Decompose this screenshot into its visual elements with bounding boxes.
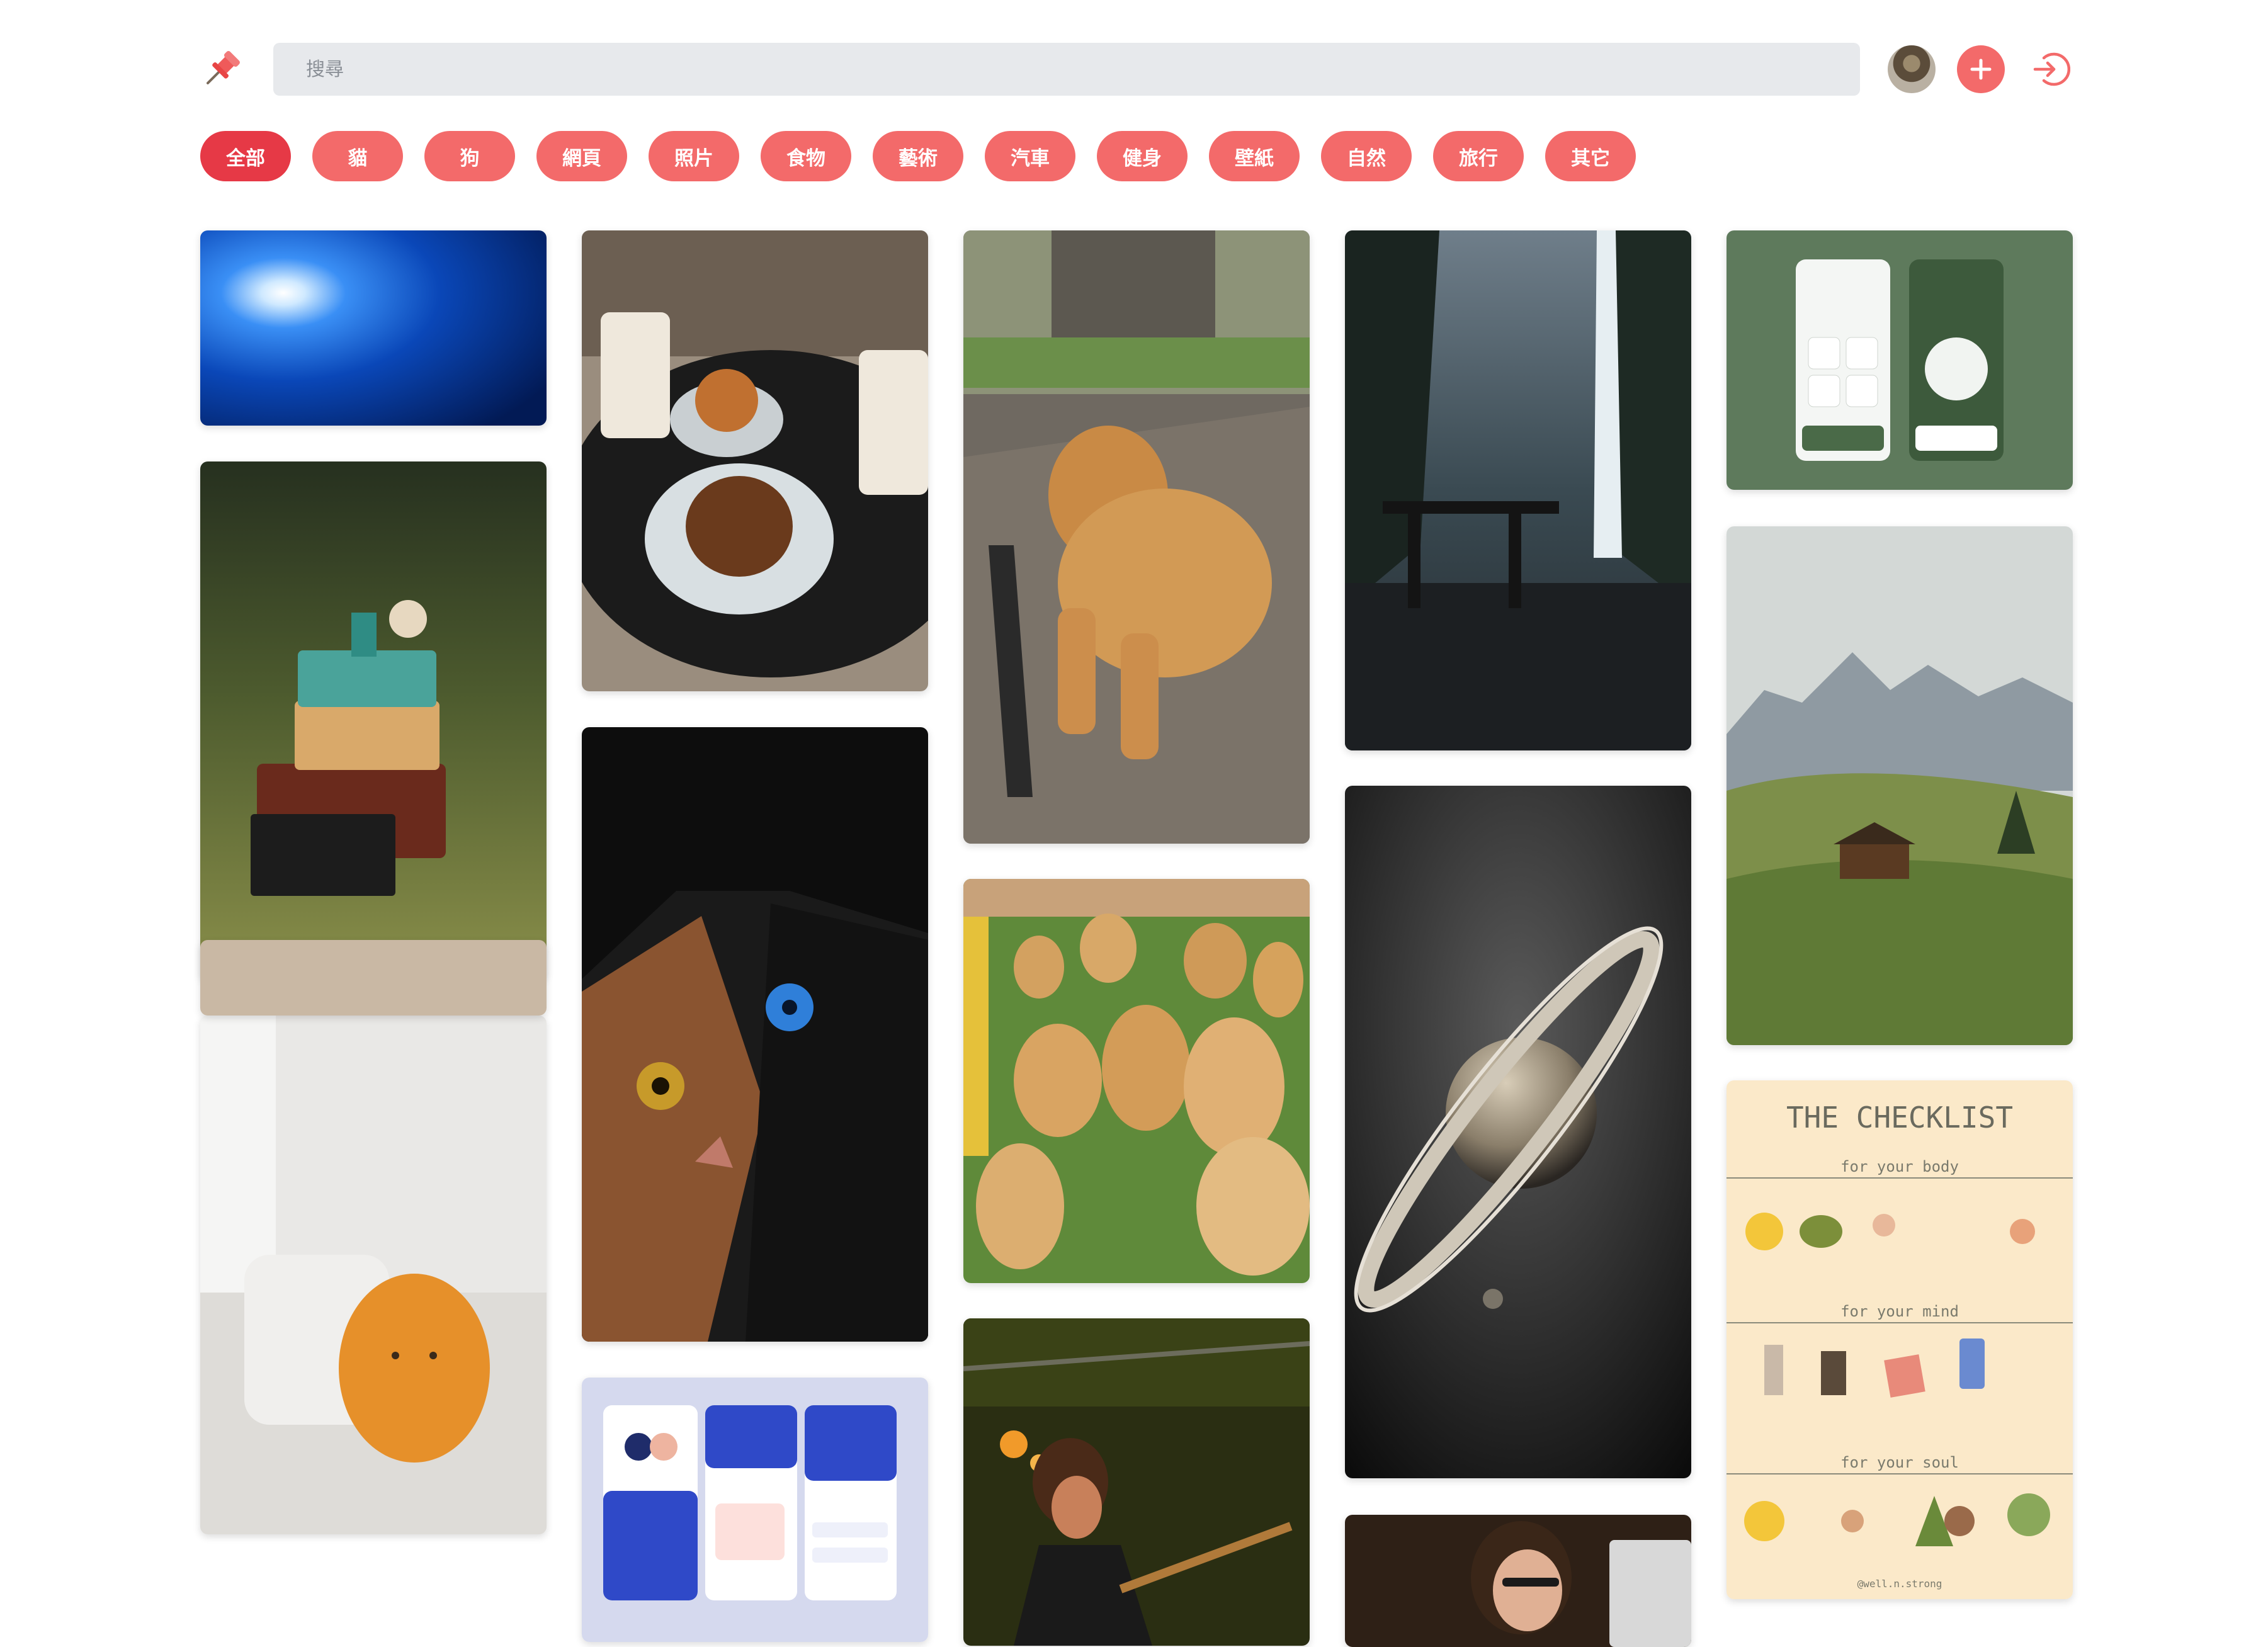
pin-dessert-coffee[interactable] [582, 230, 928, 691]
pin-saturn-wallpaper[interactable] [1345, 786, 1691, 1478]
pin-golden-retriever-group[interactable] [963, 879, 1310, 1283]
pin-image [1727, 526, 2073, 1045]
pin-image [200, 940, 547, 1016]
pin-image [963, 879, 1310, 1283]
checklist-body-heading: for your body [1840, 1158, 1959, 1175]
pin-image [963, 230, 1310, 844]
pin-image [963, 1318, 1310, 1646]
pin-image [582, 1378, 928, 1642]
pin-potato-plush[interactable] [200, 1016, 547, 1534]
pin-image [1727, 230, 2073, 490]
checklist-mind-heading: for your mind [1840, 1303, 1959, 1320]
pin-the-checklist[interactable]: THE CHECKLIST for your body for your min… [1727, 1080, 2073, 1599]
pin-golden-retriever-bench[interactable] [963, 230, 1310, 844]
checklist-soul-heading: for your soul [1840, 1454, 1959, 1471]
pin-image [1345, 230, 1691, 750]
pin-smart-home-ui[interactable] [1727, 230, 2073, 490]
pin-image [200, 461, 547, 980]
pin-image: THE CHECKLIST for your body for your min… [1727, 1080, 2073, 1599]
pin-image [200, 1016, 547, 1534]
pin-image [582, 727, 928, 1342]
pin-image [1345, 1515, 1691, 1647]
pin-woman-glasses[interactable] [1345, 1515, 1691, 1647]
pin-grid: THE CHECKLIST for your body for your min… [0, 0, 2268, 1647]
pin-image [1345, 786, 1691, 1478]
pin-doctor-app-ui[interactable] [582, 1378, 928, 1642]
pin-concert-guitarist[interactable] [963, 1318, 1310, 1646]
checklist-credit: @well.n.strong [1857, 1578, 1942, 1590]
pin-alpine-meadow[interactable] [1727, 526, 2073, 1045]
pin-vintage-suitcases[interactable] [200, 461, 547, 980]
pin-underwater-light[interactable] [200, 230, 547, 426]
pin-waterfall-shrine[interactable] [1345, 230, 1691, 750]
pin-image [200, 230, 547, 426]
checklist-title: THE CHECKLIST [1786, 1101, 2013, 1135]
pin-beige-partial[interactable] [200, 940, 547, 1016]
pin-heterochromia-cat[interactable] [582, 727, 928, 1342]
pin-image [582, 230, 928, 691]
